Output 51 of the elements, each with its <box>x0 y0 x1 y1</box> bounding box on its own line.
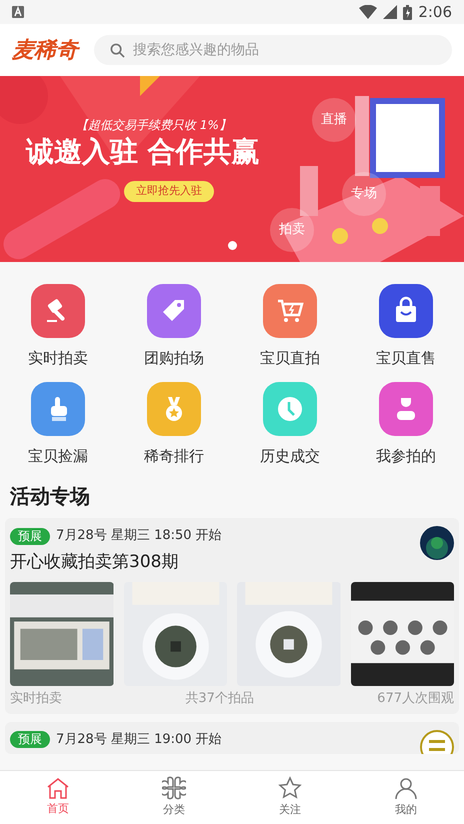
shortcut-label: 实时拍卖 <box>28 348 88 368</box>
home-icon <box>46 777 70 800</box>
status-badge: 预展 <box>10 731 50 748</box>
search-icon <box>110 42 125 58</box>
banner-headline: 诚邀入驻 合作共赢 <box>26 134 260 169</box>
battery-icon <box>403 4 412 20</box>
shortcut-label: 宝贝直拍 <box>260 348 320 368</box>
event-title: 开心收藏拍卖第308期 <box>10 551 180 574</box>
clock-time: 2:06 <box>418 2 452 23</box>
shortcut-item[interactable]: 宝贝直售 <box>348 284 464 368</box>
promo-text: 【超低交易手续费只收 1%】 <box>76 117 231 134</box>
shortcut-item[interactable]: 宝贝直拍 <box>232 284 348 368</box>
shortcut-item[interactable]: 宝贝捡漏 <box>0 382 116 466</box>
start-time: 7月28号 星期三 19:00 开始 <box>56 730 223 749</box>
shortcut-label: 宝贝直售 <box>376 348 436 368</box>
banner-bubble: 拍卖 <box>270 208 314 252</box>
shortcut-label: 团购拍场 <box>144 348 204 368</box>
star-icon <box>278 776 302 800</box>
banner-bubble: 直播 <box>312 98 356 142</box>
shortcut-item[interactable]: 我参拍的 <box>348 382 464 466</box>
user-icon <box>394 776 418 800</box>
signal-icon <box>383 5 398 19</box>
nav-tab[interactable]: 关注 <box>232 771 348 824</box>
status-badge: 预展 <box>10 528 50 544</box>
banner-bubble: 专场 <box>342 172 386 216</box>
search-input[interactable]: 搜索您感兴趣的物品 <box>133 40 436 60</box>
shortcut-item[interactable]: 历史成交 <box>232 382 348 466</box>
shortcut-item[interactable]: 实时拍卖 <box>0 284 116 368</box>
shortcut-label: 宝贝捡漏 <box>28 446 88 466</box>
wifi-icon <box>359 5 378 19</box>
shortcut-label: 历史成交 <box>260 446 320 466</box>
category-icon <box>162 776 186 800</box>
lot-count: 共37个拍品 <box>185 690 254 708</box>
notification-icon <box>12 6 24 18</box>
shortcut-label: 稀奇排行 <box>144 446 204 466</box>
event-card[interactable]: 预展 7月28号 星期三 19:00 开始 <box>5 722 459 754</box>
search-field[interactable]: 搜索您感兴趣的物品 <box>94 35 452 65</box>
view-count: 677人次围观 <box>377 690 454 708</box>
shortcut-item[interactable]: 稀奇排行 <box>116 382 232 466</box>
event-card[interactable]: 预展 7月28号 星期三 18:50 开始 开心收藏拍卖第308期 实时拍卖 共37个拍品 677人次围观 <box>5 518 459 714</box>
app-logo: 麦稀奇 <box>12 36 78 64</box>
nav-tab[interactable]: 我的 <box>348 771 464 824</box>
shortcut-item[interactable]: 团购拍场 <box>116 284 232 368</box>
shortcut-label: 我参拍的 <box>376 446 436 466</box>
clock-icon <box>275 394 305 424</box>
nav-tab[interactable]: 分类 <box>116 771 232 824</box>
start-time: 7月28号 星期三 18:50 开始 <box>56 527 223 546</box>
join-button[interactable]: 立即抢先入驻 <box>124 181 214 202</box>
nav-tab[interactable]: 首页 <box>0 771 116 824</box>
auction-type: 实时拍卖 <box>10 690 62 708</box>
section-title: 活动专场 <box>8 483 91 510</box>
